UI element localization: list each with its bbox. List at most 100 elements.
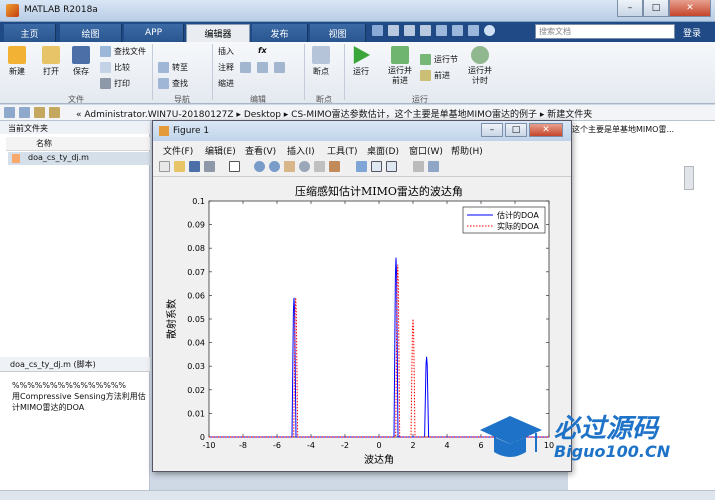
data-cursor-icon[interactable] <box>314 161 325 172</box>
tab-view[interactable]: 视图 <box>310 24 366 42</box>
copy-icon[interactable] <box>404 25 415 36</box>
legend[interactable]: 估计的DOA 实际的DOA <box>462 206 546 234</box>
figure-close-button[interactable]: ✕ <box>529 123 563 137</box>
breakpoint-button[interactable]: 断点 <box>312 46 330 77</box>
save-figure-icon[interactable] <box>189 161 200 172</box>
goto-button[interactable]: 转至 <box>158 62 188 73</box>
pointer-icon[interactable] <box>229 161 240 172</box>
save-icon[interactable] <box>372 25 383 36</box>
tab-editor[interactable]: 编辑器 <box>186 24 250 42</box>
print-label: 打印 <box>114 79 130 88</box>
run-time-button[interactable]: 运行并计时 <box>466 46 494 86</box>
group-separator <box>344 44 345 100</box>
fx-button[interactable]: fx <box>258 46 267 55</box>
y-tick-label: 0.07 <box>187 268 205 277</box>
indent-button[interactable]: 缩进 <box>218 78 234 89</box>
open-file-icon[interactable] <box>174 161 185 172</box>
scrollbar-thumb[interactable] <box>684 166 694 190</box>
search-input[interactable]: 搜索文档 <box>535 24 675 39</box>
advance-icon <box>420 70 431 81</box>
advance-button[interactable]: 前进 <box>420 70 450 81</box>
wrap-comment-icon[interactable] <box>257 62 268 73</box>
y-tick-label: 0 <box>200 433 205 442</box>
menu-window[interactable]: 窗口(W) <box>409 144 443 157</box>
open-button[interactable]: 打开 <box>42 46 60 77</box>
group-separator <box>152 44 153 100</box>
right-panel-text: 这个主要是单基地MIMO雷... <box>572 125 675 134</box>
address-bar[interactable]: « Administrator.WIN7U-20180127Z ▸ Deskto… <box>0 105 715 121</box>
forward-icon[interactable] <box>19 107 30 118</box>
insert-button[interactable]: 插入 <box>218 46 234 57</box>
find-button[interactable]: 查找 <box>158 78 188 89</box>
y-tick-label: 0.05 <box>187 315 205 324</box>
close-button[interactable]: ✕ <box>669 0 711 17</box>
print-figure-icon[interactable] <box>204 161 215 172</box>
figure-icon <box>159 126 169 136</box>
x-tick-label: 2 <box>410 441 415 450</box>
figure-maximize-button[interactable]: □ <box>505 123 527 137</box>
comment-button[interactable]: 注释 <box>218 62 234 73</box>
compare-button[interactable]: 比较 <box>100 62 130 73</box>
menu-desktop[interactable]: 桌面(D) <box>367 144 399 157</box>
window-controls: – □ ✕ <box>617 0 711 18</box>
file-item[interactable]: doa_cs_ty_dj.m <box>8 152 150 165</box>
menu-file[interactable]: 文件(F) <box>163 144 193 157</box>
up-folder-icon[interactable] <box>34 107 45 118</box>
tab-plots[interactable]: 绘图 <box>60 24 122 42</box>
y-tick-label: 0.01 <box>187 409 205 418</box>
login-link[interactable]: 登录 <box>683 26 701 39</box>
find-files-button[interactable]: 查找文件 <box>100 46 146 57</box>
tab-apps[interactable]: APP <box>124 24 184 42</box>
print-button[interactable]: 打印 <box>100 78 130 89</box>
new-button[interactable]: 新建 <box>8 46 26 77</box>
redo-icon[interactable] <box>452 25 463 36</box>
find-icon <box>158 78 169 89</box>
run-advance-button[interactable]: 运行并前进 <box>386 46 414 86</box>
cut-icon[interactable] <box>388 25 399 36</box>
colorbar-icon[interactable] <box>371 161 382 172</box>
toolbar-spacer <box>344 161 352 172</box>
window-titlebar: MATLAB R2018a – □ ✕ <box>0 0 715 22</box>
rotate-3d-icon[interactable] <box>299 161 310 172</box>
show-plot-tools-icon[interactable] <box>428 161 439 172</box>
browse-folder-icon[interactable] <box>49 107 60 118</box>
column-header-name[interactable]: 名称 <box>6 137 150 151</box>
run-section-label: 运行节 <box>434 55 458 64</box>
maximize-button[interactable]: □ <box>643 0 669 17</box>
minimize-button[interactable]: – <box>617 0 643 17</box>
pan-hand-icon[interactable] <box>284 161 295 172</box>
comment-toggle-icon[interactable] <box>240 62 251 73</box>
menu-help[interactable]: 帮助(H) <box>451 144 483 157</box>
fx-label: fx <box>258 46 267 55</box>
advance-label: 前进 <box>434 71 450 80</box>
run-section-button[interactable]: 运行节 <box>420 54 458 65</box>
hide-plot-tools-icon[interactable] <box>413 161 424 172</box>
find-files-label: 查找文件 <box>114 47 146 56</box>
figure-minimize-button[interactable]: – <box>481 123 503 137</box>
zoom-out-icon[interactable] <box>269 161 280 172</box>
run-play-icon <box>353 46 370 64</box>
zoom-in-icon[interactable] <box>254 161 265 172</box>
uncomment-icon[interactable] <box>274 62 285 73</box>
menu-tools[interactable]: 工具(T) <box>327 144 358 157</box>
save-label: 保存 <box>73 67 89 76</box>
run-button[interactable]: 运行 <box>352 46 370 77</box>
brush-icon[interactable] <box>329 161 340 172</box>
undo-icon[interactable] <box>436 25 447 36</box>
back-icon[interactable] <box>4 107 15 118</box>
menu-insert[interactable]: 插入(I) <box>287 144 315 157</box>
tab-publish[interactable]: 发布 <box>252 24 308 42</box>
help-icon[interactable] <box>484 25 495 36</box>
indent-label: 缩进 <box>218 79 234 88</box>
menu-view[interactable]: 查看(V) <box>245 144 276 157</box>
new-figure-icon[interactable] <box>159 161 170 172</box>
save-button[interactable]: 保存 <box>72 46 90 77</box>
y-tick-label: 0.03 <box>187 362 205 371</box>
link-plot-icon[interactable] <box>356 161 367 172</box>
menu-edit[interactable]: 编辑(E) <box>205 144 236 157</box>
paste-icon[interactable] <box>420 25 431 36</box>
tab-home[interactable]: 主页 <box>4 24 56 42</box>
switch-windows-icon[interactable] <box>468 25 479 36</box>
figure-menubar: 文件(F) 编辑(E) 查看(V) 插入(I) 工具(T) 桌面(D) 窗口(W… <box>153 141 571 157</box>
legend-icon[interactable] <box>386 161 397 172</box>
